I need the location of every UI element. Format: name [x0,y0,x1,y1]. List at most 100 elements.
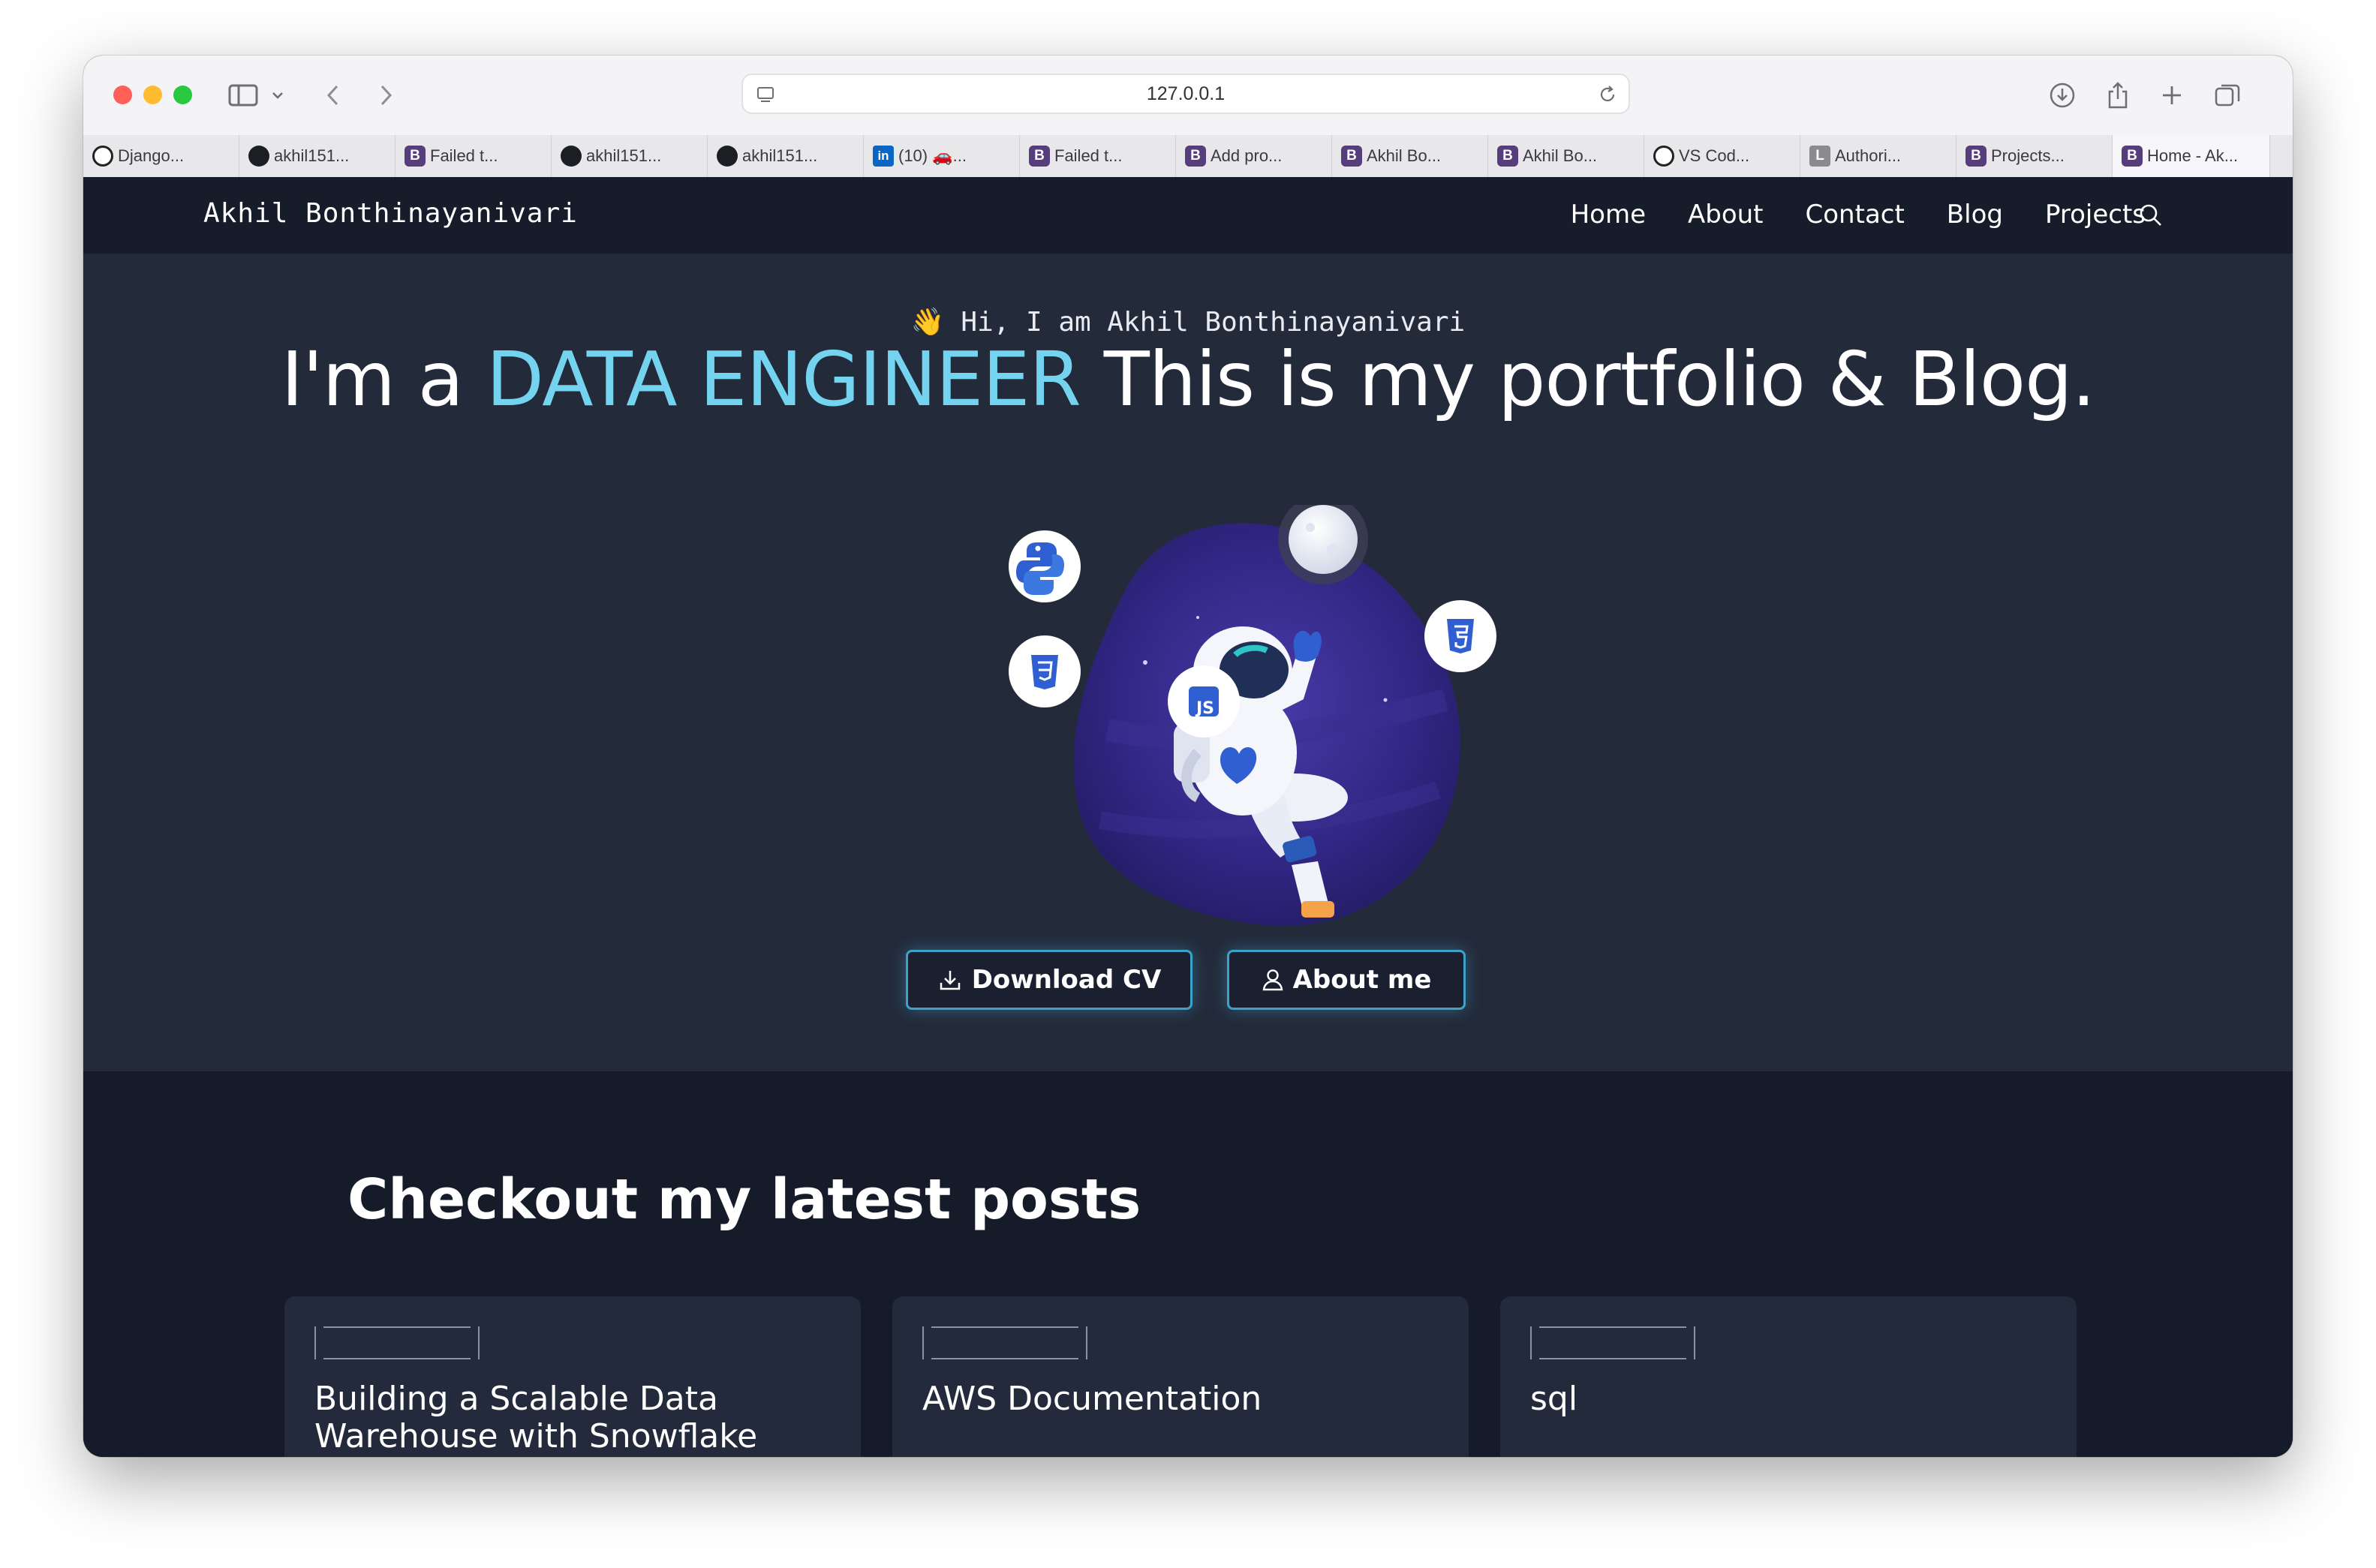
nav-link-projects[interactable]: Projects [2045,200,2146,230]
search-icon[interactable] [2138,203,2164,228]
post-card[interactable]: sql [1500,1296,2077,1457]
hero-greeting: 👋 Hi, I am Akhil Bonthinayanivari [83,306,2293,338]
javascript-logo-icon: JS [1168,665,1240,737]
nav-link-about[interactable]: About [1688,200,1764,230]
post-card[interactable]: Building a Scalable Data Warehouse with … [284,1296,861,1457]
hero-headline: I'm a DATA ENGINEER This is my portfolio… [233,342,2143,417]
browser-tab[interactable]: B Failed t... [1020,135,1176,177]
browser-tab[interactable]: Django... [83,135,239,177]
nav-links: Home About Contact Blog Projects [1571,200,2146,230]
letter-l-icon: L [1809,146,1830,167]
latest-posts-section: Checkout my latest posts Building a Scal… [83,1071,2293,1457]
headline-accent: DATA ENGINEER [486,335,1081,423]
browser-tab[interactable]: B Projects... [1956,135,2113,177]
nav-link-blog[interactable]: Blog [1947,200,2003,230]
css3-logo-icon [1009,635,1081,707]
post-tag-placeholder [1530,1326,1695,1359]
post-title[interactable]: AWS Documentation [922,1380,1446,1418]
download-cv-label: Download CV [971,965,1162,995]
browser-tab[interactable]: B Akhil Bo... [1332,135,1488,177]
browser-tab[interactable]: akhil151... [708,135,864,177]
post-tag-placeholder [314,1326,480,1359]
bootstrap-icon: B [1029,146,1050,167]
browser-tab[interactable]: in (10) 🚗... [864,135,1020,177]
about-me-label: About me [1292,965,1432,995]
github-icon [561,146,582,167]
tab-bar: Django... akhil151... B Failed t... akhil151… [83,135,2293,178]
chevron-down-icon[interactable] [266,78,289,113]
django-icon [92,146,113,167]
about-me-button[interactable]: About me [1227,950,1466,1010]
github-icon [248,146,269,167]
browser-tab[interactable]: VS Cod... [1644,135,1800,177]
nav-link-home[interactable]: Home [1571,200,1646,230]
browser-tab-label: (10) 🚗... [898,146,967,165]
close-window-button[interactable] [113,86,132,104]
zoom-window-button[interactable] [173,86,192,104]
headline-prefix: I'm a [281,335,486,423]
html5-logo-icon [1424,600,1496,672]
waving-hand-icon: 👋 [910,307,945,338]
browser-tab-label: Django... [118,146,185,165]
browser-tab-label: Failed t... [1054,146,1123,165]
bootstrap-icon: B [1341,146,1362,167]
greeting-text: Hi, I am Akhil Bonthinayanivari [961,307,1466,338]
browser-tab[interactable]: akhil151... [552,135,708,177]
browser-tab[interactable]: B Home - Ak... [2113,135,2270,177]
browser-tab-label: akhil151... [586,146,662,165]
browser-tab-label: akhil151... [274,146,350,165]
linkedin-icon: in [873,146,894,167]
bootstrap-icon: B [405,146,426,167]
new-tab-icon[interactable] [2155,78,2189,113]
headline-suffix: This is my portfolio & Blog. [1080,335,2096,423]
browser-window: 127.0.0.1 Django... akhil151... B Failed t.… [83,56,2293,1457]
browser-tab-label: Akhil Bo... [1367,146,1442,165]
browser-tab[interactable]: B Failed t... [395,135,552,177]
bootstrap-icon: B [1497,146,1518,167]
python-logo-icon [1009,530,1081,602]
tab-overview-icon[interactable] [2210,78,2245,113]
site-navbar: Akhil Bonthinayanivari Home About Contac… [83,177,2293,254]
user-icon [1262,969,1283,991]
hero-section: 👋 Hi, I am Akhil Bonthinayanivari I'm a … [83,254,2293,1071]
svg-text:JS: JS [1195,699,1214,718]
share-icon[interactable] [2101,78,2135,113]
post-card[interactable]: AWS Documentation [892,1296,1469,1457]
latest-posts-title: Checkout my latest posts [347,1167,1141,1232]
download-cv-button[interactable]: Download CV [906,950,1193,1010]
sidebar-toggle-icon[interactable] [226,78,260,113]
astronaut-illustration: JS [1009,505,1496,927]
browser-tab[interactable]: L Authori... [1800,135,1956,177]
site-brand[interactable]: Akhil Bonthinayanivari [203,198,578,229]
forward-icon[interactable] [368,78,403,113]
bootstrap-icon: B [2122,146,2143,167]
bootstrap-icon: B [1185,146,1206,167]
address-bar[interactable]: 127.0.0.1 [741,74,1630,114]
openai-icon [1653,146,1674,167]
github-icon [717,146,738,167]
url-text: 127.0.0.1 [1146,83,1226,104]
post-title[interactable]: Building a Scalable Data Warehouse with … [314,1380,838,1455]
browser-tab-label: Failed t... [430,146,498,165]
browser-tab-label: Akhil Bo... [1523,146,1598,165]
browser-tab[interactable]: akhil151... [239,135,395,177]
back-icon[interactable] [316,78,350,113]
post-title[interactable]: sql [1530,1380,2054,1418]
browser-toolbar: 127.0.0.1 [83,56,2293,136]
browser-tab-label: Projects... [1991,146,2065,165]
browser-tab-label: Authori... [1835,146,1902,165]
minimize-window-button[interactable] [143,86,162,104]
post-tag-placeholder [922,1326,1087,1359]
bootstrap-icon: B [1965,146,1987,167]
browser-tab[interactable]: B Akhil Bo... [1488,135,1644,177]
browser-tab[interactable]: B Add pro... [1176,135,1332,177]
browser-tab-label: akhil151... [742,146,818,165]
download-icon [940,971,960,990]
browser-tab-label: Add pro... [1211,146,1283,165]
browser-tab-label: VS Cod... [1679,146,1750,165]
browser-tab-label: Home - Ak... [2147,146,2239,165]
downloads-icon[interactable] [2045,78,2080,113]
website: Akhil Bonthinayanivari Home About Contac… [83,177,2293,1457]
reload-icon[interactable] [1597,84,1618,105]
nav-link-contact[interactable]: Contact [1806,200,1905,230]
